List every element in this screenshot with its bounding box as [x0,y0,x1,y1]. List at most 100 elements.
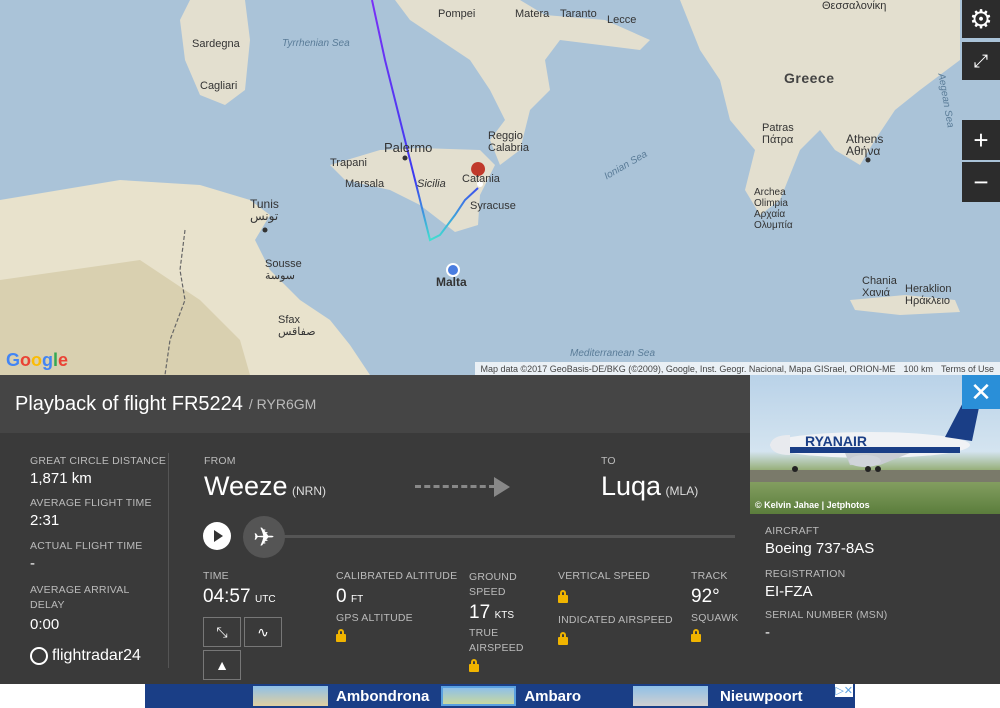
nose [770,435,790,455]
playback-panel: Playback of flight FR5224 / RYR6GM GREAT… [0,375,750,684]
ad-tile-3[interactable]: Nieuwpoort [720,684,803,708]
ad-thumb[interactable] [253,686,328,706]
fit-view-button[interactable]: ⤡ [203,617,241,647]
label-sousse: Sousse سوسة [265,258,302,282]
cal-alt-label: CALIBRATED ALTITUDE [336,570,458,582]
from-code: (NRN) [292,484,326,498]
label-malta: Malta [436,275,467,289]
land-greece [680,0,960,215]
gear-icon: ⚙ [969,3,993,34]
actual-flight-label: ACTUAL FLIGHT TIME [30,540,143,552]
label-marsala: Marsala [345,178,385,190]
airplane-icon: ✈ [253,521,275,552]
label-tyrrhenian: Tyrrhenian Sea [282,38,350,49]
ad-tile-2[interactable]: Ambaro [524,684,581,708]
ad-thumb[interactable] [441,686,517,706]
label-chania: Chania Χανιά [862,275,897,299]
ground-speed-value: 17 [469,602,491,623]
tunis-dot [262,227,268,233]
label-sicilia: Sicilia [417,178,446,190]
avg-flight-stat: AVERAGE FLIGHT TIME 2:31 [30,497,152,529]
minus-icon: − [973,166,989,197]
registration-value: EI-FZA [765,583,813,600]
cal-alt-block: CALIBRATED ALTITUDE 0 FT GPS ALTITUDE [336,570,457,647]
registration-label: REGISTRATION [765,568,846,580]
label-athens: Athens Αθήνα [846,132,884,158]
photo-credit: © Kelvin Jahae | Jetphotos [755,500,870,510]
ad-tile-1[interactable]: Ambondrona [336,684,429,708]
route-icon: ∿ [257,623,269,640]
athens-dot [865,157,871,163]
google-logo: Google [6,350,69,370]
label-greece: Greece [784,70,835,86]
label-taranto: Taranto [560,8,597,20]
play-button[interactable] [203,522,231,550]
playback-title: Playback of flight FR5224 [15,392,243,415]
label-lecce: Lecce [607,14,637,26]
cal-alt-unit: FT [351,594,364,605]
settings-button[interactable]: ⚙ [962,0,1000,38]
brand-text: flightradar24 [52,647,141,664]
label-patras: Patras Πάτρα [762,122,794,146]
track-value: 92° [691,586,720,607]
label-heraklion: Heraklion Ηράκλειο [905,283,952,307]
zoom-in-button[interactable]: + [962,120,1000,160]
terms-link[interactable]: Terms of Use [941,364,994,374]
to-city: Luqa [601,471,662,501]
ground-speed-block: GROUND SPEED 17 KTS TRUE AIRSPEED [469,570,529,677]
panel-divider [168,453,169,668]
label-mediterranean: Mediterranean Sea [570,348,656,359]
panel-header: Playback of flight FR5224 / RYR6GM [0,375,750,433]
track-block: TRACK 92° SQUAWK [691,570,738,647]
label-palermo: Palermo [384,140,433,155]
from-label: FROM [204,455,236,467]
label-thessaloniki: Θεσσαλονίκη [822,0,887,12]
ad-close-icon[interactable]: ▷✕ [835,684,853,697]
ad-banner[interactable]: Ambondrona Ambaro Nieuwpoort ▷✕ [145,684,855,708]
chart-button[interactable]: ▲ [203,650,241,680]
airline-livery: RYANAIR [805,433,867,449]
great-circle-label: GREAT CIRCLE DISTANCE [30,455,167,467]
timeline-handle[interactable]: ✈ [243,516,285,558]
lock-icon [336,629,346,642]
engine [849,455,881,467]
lock-icon [469,659,479,672]
serial-value: - [765,624,770,641]
to-label: TO [601,455,616,467]
great-circle-value: 1,871 km [30,470,92,487]
gps-alt-label: GPS ALTITUDE [336,612,413,624]
zoom-out-button[interactable]: − [962,162,1000,202]
fullscreen-button[interactable]: ⤢ [962,42,1000,80]
great-circle-stat: GREAT CIRCLE DISTANCE 1,871 km [30,455,166,487]
squawk-label: SQUAWK [691,612,739,624]
palermo-dot [402,155,408,161]
registration-block: REGISTRATION EI-FZA [765,568,845,600]
to-block: TO Luqa (MLA) [601,455,698,502]
radar-icon [30,647,48,665]
track-view-button[interactable]: ∿ [244,617,282,647]
map-canvas[interactable] [0,0,1000,375]
lock-icon [558,632,568,645]
vertical-speed-label: VERTICAL SPEED [558,570,651,582]
ground-speed-unit: KTS [494,610,515,621]
compress-icon: ⤡ [216,623,228,640]
timeline-track[interactable] [280,535,735,538]
aircraft-value: Boeing 737-8AS [765,540,875,557]
from-city: Weeze [204,471,288,501]
avg-arrival-value: 0:00 [30,616,60,633]
actual-flight-value: - [30,555,35,572]
track-label: TRACK [691,570,728,582]
ad-thumb[interactable] [633,686,709,706]
time-value: 04:57 [203,586,251,607]
true-airspeed-label: TRUE AIRSPEED [469,627,524,654]
aircraft-panel: RYANAIR © Kelvin Jahae | Jetphotos ✕ AIR… [750,375,1000,684]
label-catania: Catania [462,173,500,185]
avg-flight-label: AVERAGE FLIGHT TIME [30,497,152,509]
from-block: FROM Weeze (NRN) [204,455,326,502]
flight-map[interactable]: Pompei Matera Taranto Lecce Θεσσαλονίκη … [0,0,1000,375]
close-button[interactable]: ✕ [962,375,1000,409]
time-unit: UTC [255,594,276,605]
fr24-logo: flightradar24 [30,647,141,665]
wheel [865,466,871,472]
close-icon: ✕ [970,376,992,407]
